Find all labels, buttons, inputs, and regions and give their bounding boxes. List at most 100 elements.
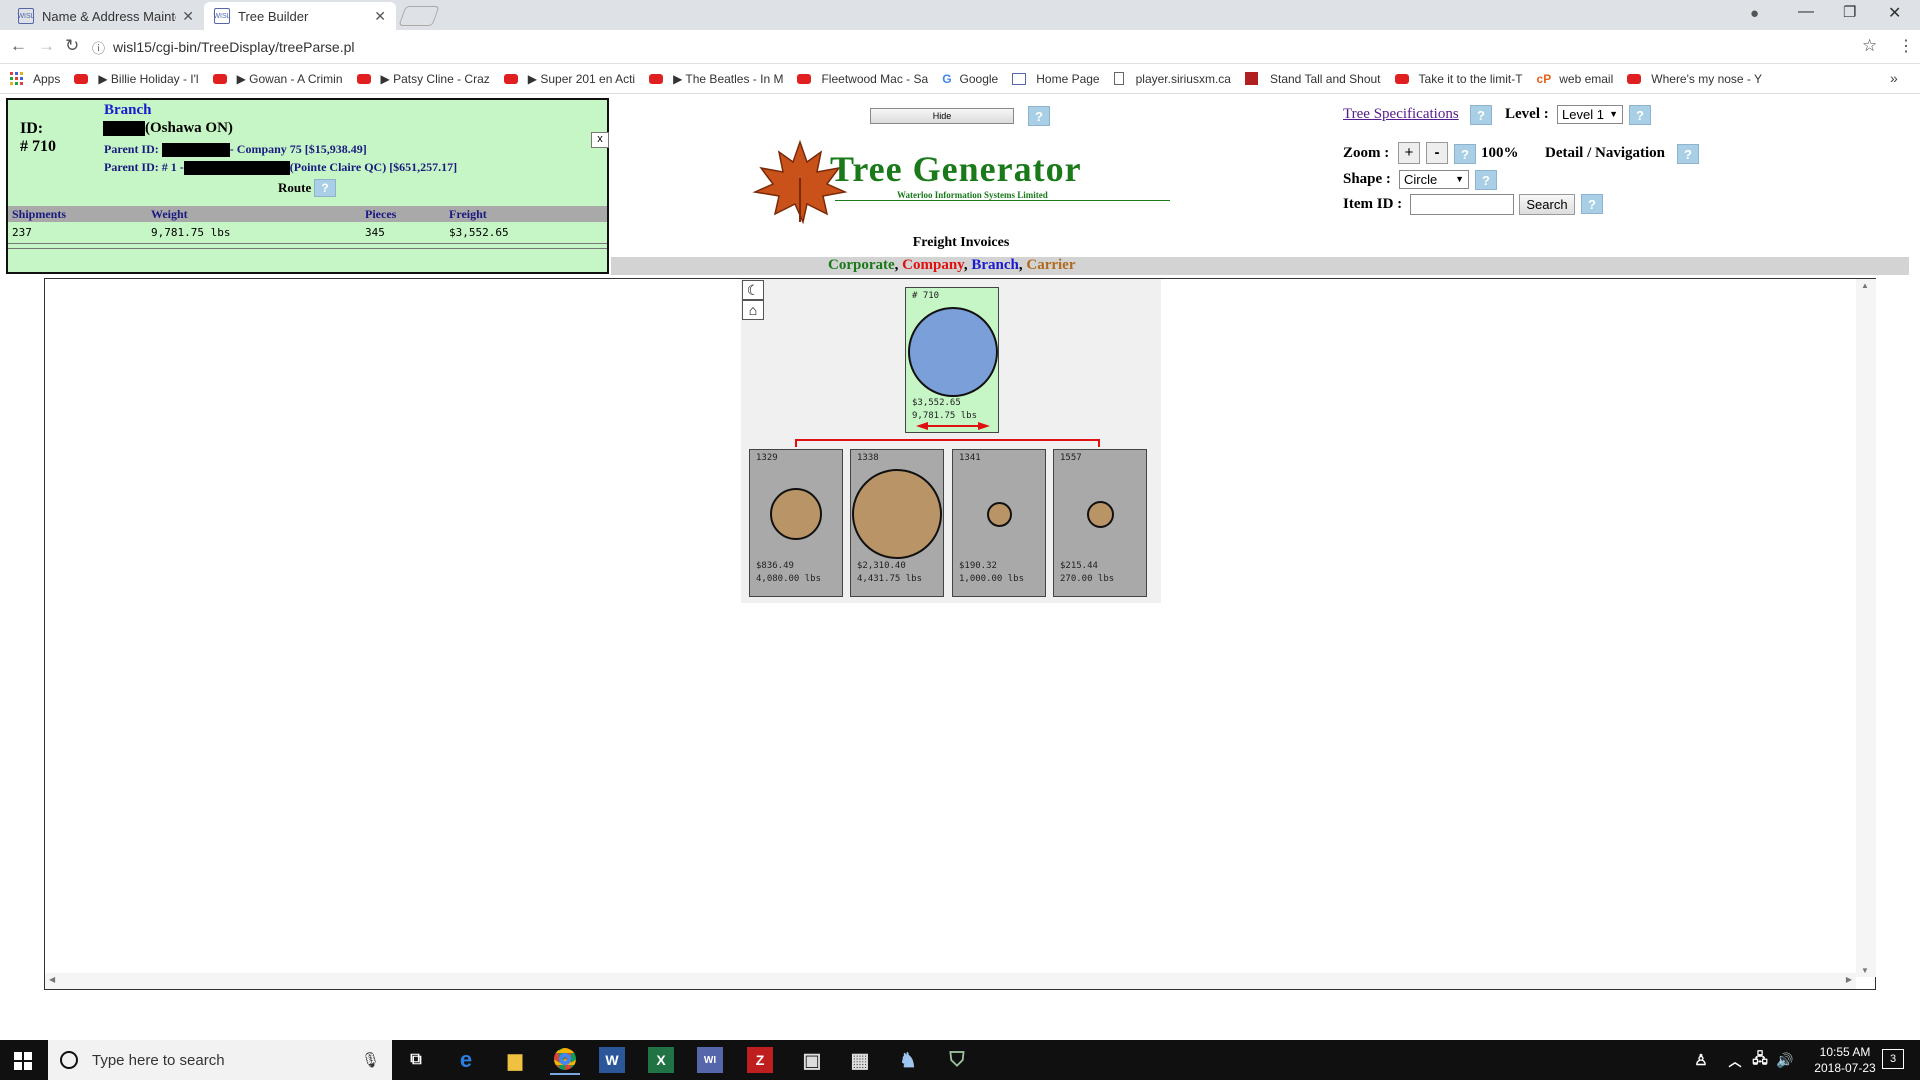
zoom-help-button[interactable]: ? [1454, 144, 1476, 164]
node-freight: $3,552.65 [912, 398, 961, 408]
bookmark-item[interactable]: Fleetwood Mac - Sa [797, 72, 928, 86]
restore-icon[interactable]: ❐ [1843, 3, 1856, 21]
bookmark-item[interactable]: Where's my nose - Y [1627, 72, 1762, 86]
tree-node-child[interactable]: 1338 $2,310.40 4,431.75 lbs [850, 449, 944, 597]
level-select[interactable]: Level 1 ▼ [1557, 105, 1623, 124]
reload-icon[interactable]: ↻ [65, 36, 79, 56]
bookmark-item[interactable]: Stand Tall and Shout [1244, 72, 1381, 86]
bookmark-item[interactable]: ▶ Super 201 en Acti [503, 72, 635, 86]
address-bar[interactable]: ⓘ wisl15/cgi-bin/TreeDisplay/treeParse.p… [92, 34, 1782, 60]
horizontal-scrollbar[interactable]: ◀ ▶ [45, 973, 1856, 989]
google-icon: G [942, 71, 952, 86]
edge-icon[interactable]: e [451, 1045, 481, 1075]
filezilla-icon[interactable]: Z [747, 1047, 773, 1073]
calculator-icon[interactable]: ▦ [845, 1045, 875, 1075]
bookmark-item[interactable]: Take it to the limit-T [1394, 71, 1523, 86]
youtube-icon [503, 73, 518, 84]
bookmark-item[interactable]: G Google [942, 72, 998, 86]
close-window-icon[interactable]: ✕ [1888, 3, 1901, 23]
hide-button[interactable]: Hide [870, 108, 1014, 124]
back-icon[interactable]: ← [10, 36, 27, 56]
expand-arrows-icon[interactable] [914, 422, 992, 430]
parent-value: (Pointe Claire QC) [$651,257.17] [289, 160, 458, 174]
node-weight: 4,431.75 lbs [857, 574, 923, 584]
search-button[interactable]: Search [1519, 194, 1575, 215]
node-freight: $190.32 [959, 561, 997, 571]
youtube-icon [74, 73, 89, 84]
wisl-icon [1012, 72, 1027, 85]
tree-specs-help-button[interactable]: ? [1470, 105, 1492, 125]
wisl-app-icon[interactable]: WI [697, 1047, 723, 1073]
scroll-down-icon[interactable]: ▼ [1861, 966, 1869, 975]
panel-location: (Oshawa ON) [145, 120, 233, 136]
youtube-icon [356, 73, 371, 84]
tab-label: Name & Address Mainte [42, 8, 177, 24]
zoom-in-button[interactable]: + [1398, 142, 1420, 164]
tree-canvas[interactable]: ☾ ⌂ # 710 $3,552.65 9,781.75 lbs 1329 $8… [44, 278, 1876, 990]
tab-close-icon[interactable]: ✕ [374, 8, 386, 25]
info-icon[interactable]: ⓘ [92, 38, 105, 57]
tree-specifications-link[interactable]: Tree Specifications [1343, 106, 1459, 123]
taskbar-clock[interactable]: 10:55 AM 2018-07-23 [1800, 1044, 1890, 1076]
cell-shipments: 237 [12, 226, 32, 239]
tree-node-child[interactable]: 1329 $836.49 4,080.00 lbs [749, 449, 843, 597]
col-pieces: Pieces [365, 207, 397, 221]
bookmark-item[interactable]: ▶ Patsy Cline - Craz [356, 72, 490, 86]
tree-node-child[interactable]: 1557 $215.44 270.00 lbs [1053, 449, 1147, 597]
tab-close-icon[interactable]: ✕ [182, 8, 194, 25]
detail-help-button[interactable]: ? [1677, 144, 1699, 164]
scroll-right-icon[interactable]: ▶ [1846, 975, 1852, 984]
shape-select[interactable]: Circle ▼ [1399, 170, 1469, 189]
level-help-button[interactable]: ? [1629, 105, 1651, 125]
word-icon[interactable]: W [599, 1047, 625, 1073]
bookmark-item[interactable]: player.siriusxm.ca [1113, 72, 1231, 86]
notifications-icon[interactable]: 3 [1882, 1049, 1904, 1069]
profile-icon[interactable]: ● [1750, 5, 1759, 22]
file-explorer-icon[interactable]: ▆ [500, 1045, 530, 1075]
cell-weight: 9,781.75 lbs [151, 226, 231, 239]
minimize-icon[interactable]: — [1798, 3, 1814, 21]
cell-freight: $3,552.65 [449, 226, 509, 239]
windows-start-icon[interactable] [14, 1052, 32, 1070]
bookmark-item[interactable]: Home Page [1012, 72, 1100, 86]
more-bookmarks-icon[interactable]: » [1890, 70, 1898, 86]
route-help-button[interactable]: ? [314, 179, 336, 197]
excel-icon[interactable]: X [648, 1047, 674, 1073]
node-id: 1557 [1060, 453, 1082, 463]
bookmark-star-icon[interactable]: ☆ [1862, 36, 1877, 56]
bookmark-item[interactable]: ▶ The Beatles - In M [649, 72, 783, 86]
bookmark-apps[interactable]: Apps [10, 72, 60, 86]
forward-icon[interactable]: → [38, 36, 55, 56]
task-view-icon[interactable]: ⧉ [401, 1045, 431, 1075]
vertical-scrollbar[interactable]: ▲ ▼ [1856, 279, 1876, 977]
tree-node-root[interactable]: # 710 $3,552.65 9,781.75 lbs [905, 287, 999, 433]
panel-close-button[interactable]: x [591, 132, 609, 148]
people-icon[interactable]: ♙ [1686, 1045, 1716, 1075]
route-label: Route [278, 180, 312, 195]
bookmark-item[interactable]: ▶ Billie Holiday - I'l [74, 72, 199, 86]
hide-help-button[interactable]: ? [1028, 106, 1050, 126]
scroll-up-icon[interactable]: ▲ [1861, 281, 1869, 290]
item-id-input[interactable] [1410, 194, 1514, 215]
tree-node-child[interactable]: 1341 $190.32 1,000.00 lbs [952, 449, 1046, 597]
volume-icon[interactable]: 🔊 [1770, 1045, 1800, 1075]
bookmark-label: Take it to the limit-T [1418, 71, 1523, 86]
tab-name-address[interactable]: WISL Name & Address Mainte ✕ [8, 2, 204, 30]
item-id-help-button[interactable]: ? [1581, 194, 1603, 214]
level-select-value: Level 1 [1562, 107, 1604, 122]
shield-app-icon[interactable]: ⛉ [942, 1045, 972, 1075]
microphone-icon[interactable]: 🎙 [361, 1051, 380, 1069]
zoom-out-button[interactable]: - [1426, 142, 1448, 164]
tab-tree-builder[interactable]: WISL Tree Builder ✕ [204, 2, 396, 30]
chrome-icon[interactable] [550, 1045, 580, 1075]
new-tab-button[interactable] [398, 6, 440, 26]
bookmark-item[interactable]: ▶ Gowan - A Crimin [212, 72, 343, 86]
bookmark-item[interactable]: cP web email [1537, 72, 1614, 86]
shape-help-button[interactable]: ? [1475, 170, 1497, 190]
window-app-icon[interactable]: ▣ [797, 1045, 827, 1075]
menu-kebab-icon[interactable]: ⋮ [1898, 36, 1914, 56]
horse-app-icon[interactable]: ♞ [893, 1045, 923, 1075]
scroll-left-icon[interactable]: ◀ [49, 975, 55, 984]
taskbar-search-box[interactable]: Type here to search 🎙 [48, 1040, 392, 1080]
node-freight: $2,310.40 [857, 561, 906, 571]
